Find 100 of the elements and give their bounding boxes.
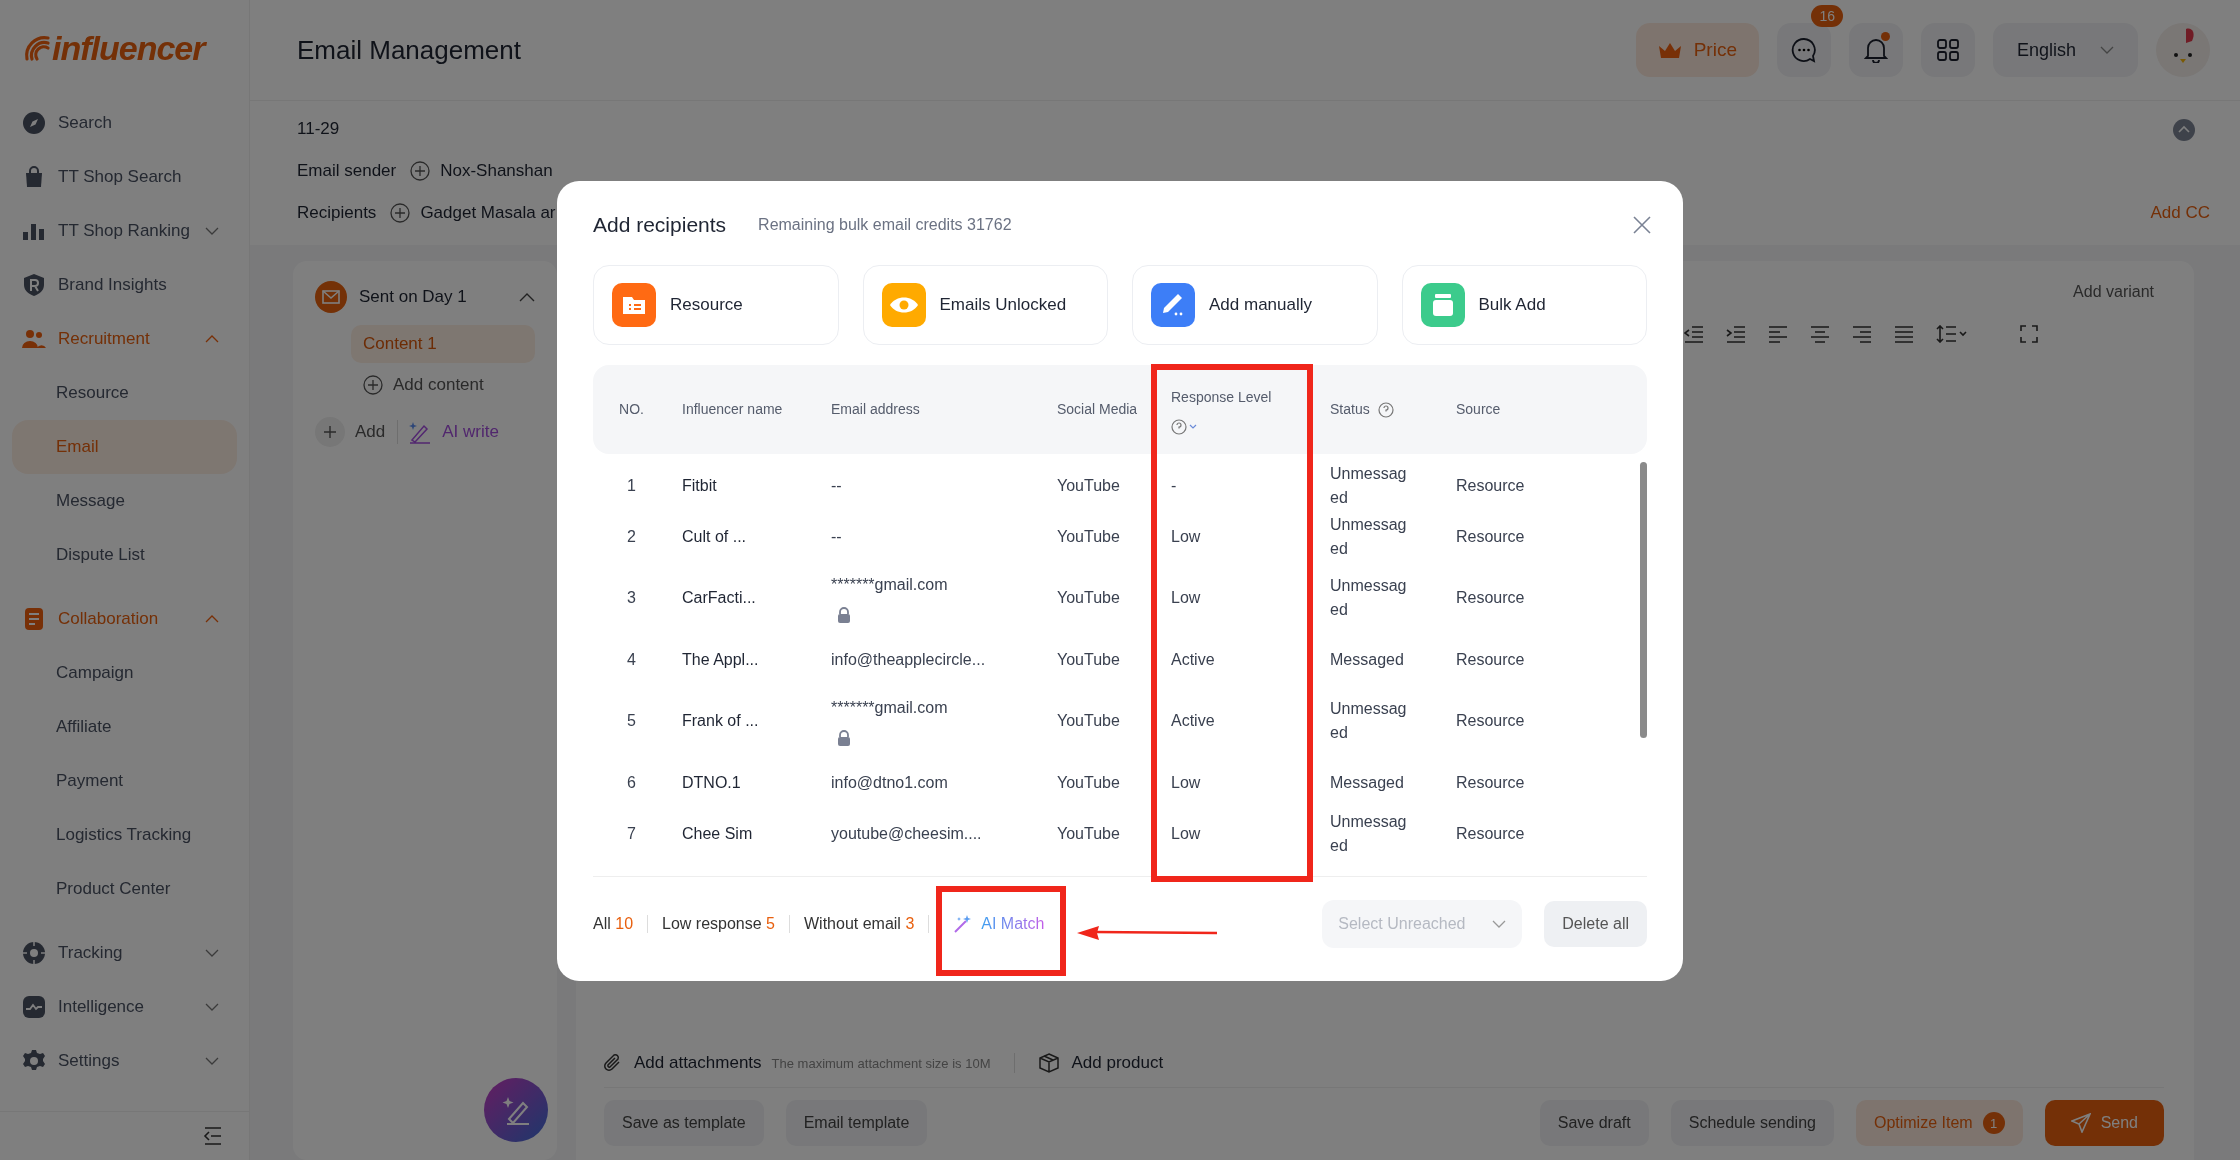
chevron-icon	[205, 949, 219, 957]
indent-icon[interactable]	[1726, 325, 1746, 343]
box-icon	[1039, 1053, 1060, 1073]
template-button[interactable]: Save as template	[604, 1100, 764, 1146]
recipients-value[interactable]: Gadget Masala ar	[390, 203, 556, 223]
sidebar-subitem[interactable]: Dispute List	[12, 528, 237, 582]
outdent-icon[interactable]	[1684, 325, 1704, 343]
close-icon[interactable]	[1633, 216, 1651, 234]
source-tile[interactable]: Emails Unlocked	[862, 265, 1108, 345]
sidebar-subitem[interactable]: Campaign	[12, 646, 237, 700]
action-button[interactable]: Schedule sending	[1670, 1100, 1834, 1146]
sidebar-item[interactable]: Search	[0, 96, 249, 150]
lock-icon[interactable]	[837, 730, 851, 746]
add-content-button[interactable]: Add content	[363, 375, 535, 395]
price-button[interactable]: Price	[1635, 23, 1759, 77]
lock-icon[interactable]	[837, 607, 851, 623]
source-tile[interactable]: Resource	[593, 265, 839, 345]
logo-text[interactable]: influencer	[52, 28, 205, 68]
field-label: Recipients	[297, 203, 377, 223]
sidebar-item[interactable]: Intelligence	[0, 980, 249, 1034]
people-icon	[22, 327, 46, 351]
plus-icon	[315, 417, 345, 447]
justify-icon[interactable]	[1894, 325, 1914, 343]
sidebar-subitem[interactable]: Affiliate	[12, 700, 237, 754]
table-cell-text: Low	[1170, 588, 1202, 608]
magic-pen-icon	[408, 420, 433, 444]
sidebar-item[interactable]: Recruitment	[0, 312, 249, 366]
collapse-icon[interactable]	[203, 1127, 223, 1145]
scrollbar-thumb[interactable]	[1640, 462, 1647, 738]
line-height-icon[interactable]	[1936, 325, 1968, 343]
sidebar-subitem[interactable]: Email	[12, 420, 237, 474]
field-label: Email sender	[297, 161, 397, 181]
filter-link[interactable]: Without email 3	[804, 915, 915, 933]
logo-icon	[22, 33, 52, 63]
filter-link[interactable]: All 10	[593, 915, 634, 933]
add-product-button[interactable]: Add product	[1039, 1053, 1164, 1073]
optimize-button[interactable]: Optimize Item 1	[1855, 1100, 2023, 1146]
fullscreen-icon[interactable]	[2020, 325, 2038, 343]
messages-button[interactable]	[1776, 23, 1831, 77]
sidebar-subitem[interactable]: Resource	[12, 366, 237, 420]
align-right-icon[interactable]	[1852, 325, 1872, 343]
sidebar-item[interactable]: TT Shop Ranking	[0, 204, 249, 258]
source-tile[interactable]: Bulk Add	[1401, 265, 1647, 345]
sidebar-subitem[interactable]: Payment	[12, 754, 237, 808]
column-header: Status	[1318, 396, 1444, 423]
add-icon	[390, 203, 411, 223]
delete-all-button[interactable]: Delete all	[1544, 901, 1647, 947]
action-button[interactable]: Save draft	[1539, 1100, 1649, 1146]
table-cell-text: Low	[1170, 772, 1202, 793]
apps-button[interactable]	[1920, 23, 1975, 77]
table-cell-text: YouTube	[1056, 772, 1121, 793]
align-center-icon[interactable]	[1810, 325, 1830, 343]
table-cell-text: Fitbit	[681, 475, 718, 496]
sidebar-subitem[interactable]: Message	[12, 474, 237, 528]
email-cell-text: --	[831, 475, 842, 496]
add-variant-link[interactable]: Add variant	[2073, 283, 2154, 301]
content-tab[interactable]: Content 1	[351, 325, 535, 363]
table-cell-text: Resource	[1455, 711, 1526, 731]
align-left-icon[interactable]	[1768, 325, 1788, 343]
sidebar-item[interactable]: Collaboration	[0, 592, 249, 646]
filter-link[interactable]: Low response 5	[662, 915, 775, 933]
table-cell-text: Messaged	[1329, 649, 1405, 670]
envelope-icon	[315, 281, 347, 313]
sender-value[interactable]: Nox-Shanshan	[410, 161, 553, 181]
template-button[interactable]: Email template	[785, 1100, 928, 1146]
column-header: Email address	[830, 400, 921, 420]
credits-text: Remaining bulk email credits 31762	[758, 216, 1013, 234]
table-cell-text: Resource	[1455, 823, 1526, 844]
table-cell-text: Frank of ...	[681, 711, 760, 731]
sidebar-item[interactable]: Brand Insights	[0, 258, 249, 312]
sidebar-item[interactable]: Tracking	[0, 926, 249, 980]
sidebar-subitem[interactable]: Logistics Tracking	[12, 808, 237, 862]
add-cc-link[interactable]: Add CC	[2150, 203, 2210, 223]
shield-icon	[22, 273, 46, 297]
gear-icon	[22, 1049, 46, 1073]
sidebar-item[interactable]: Settings	[0, 1034, 249, 1088]
bell-icon	[1863, 37, 1888, 63]
source-tile[interactable]: Add manually	[1132, 265, 1378, 345]
language-dropdown[interactable]: English	[1992, 23, 2138, 77]
table-cell-text: 4	[626, 649, 637, 670]
avatar[interactable]	[2156, 23, 2210, 77]
collapse-icon[interactable]	[2173, 119, 2195, 141]
sidebar-item[interactable]: TT Shop Search	[0, 150, 249, 204]
chevron-icon[interactable]	[519, 292, 535, 302]
target-icon	[22, 941, 46, 965]
sidebar-subitem[interactable]: Product Center	[12, 862, 237, 916]
help-icon[interactable]	[1377, 401, 1394, 418]
add-step-button[interactable]: Add	[315, 417, 386, 447]
table-cell-text: Unmessaged	[1329, 514, 1408, 559]
count-badge: 16	[1811, 5, 1843, 27]
ai-write-button[interactable]: AI write	[397, 420, 499, 444]
add-attachments-button[interactable]: Add attachments	[604, 1053, 762, 1073]
step-title[interactable]: Sent on Day 1	[359, 287, 507, 307]
table-cell-text: Unmessaged	[1329, 576, 1408, 620]
notifications-button[interactable]	[1848, 23, 1903, 77]
table-cell-text: YouTube	[1056, 649, 1121, 670]
chat-icon	[1790, 37, 1817, 63]
send-button[interactable]: Send	[2044, 1100, 2164, 1146]
chevron-icon	[205, 227, 219, 235]
table-cell-text: Resource	[1455, 588, 1526, 608]
